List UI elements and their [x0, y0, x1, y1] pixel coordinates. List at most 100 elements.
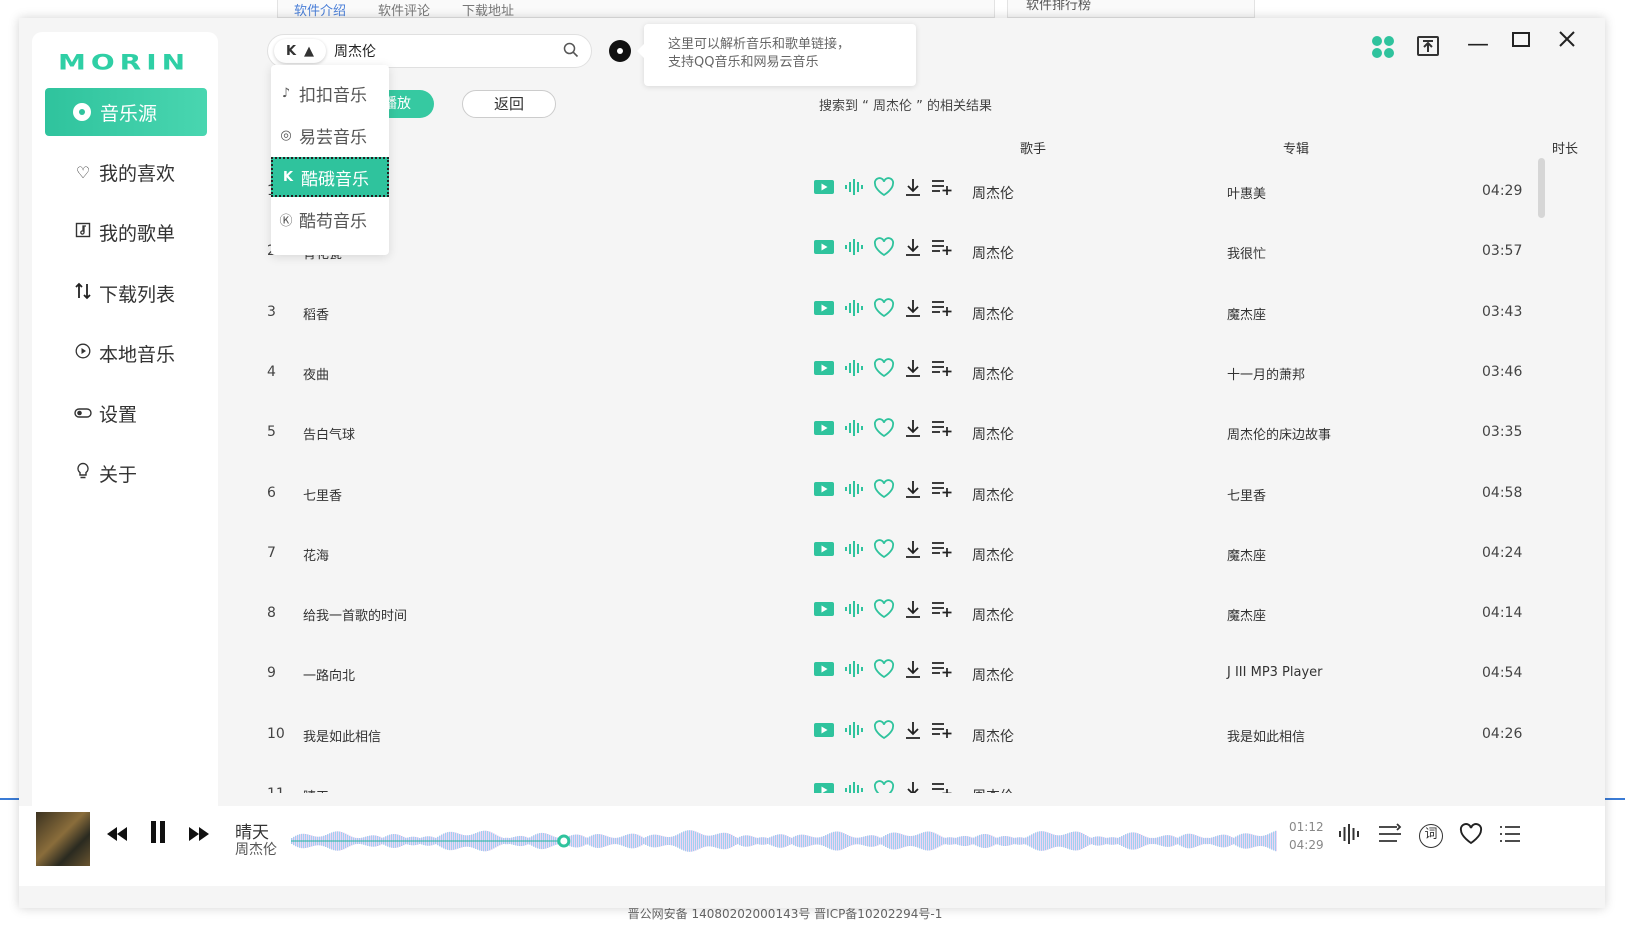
heart-icon[interactable] [873, 358, 895, 382]
scrollbar[interactable] [1538, 158, 1545, 218]
waveform-bar [665, 836, 667, 846]
add-to-playlist-icon[interactable] [931, 721, 953, 743]
source-option-label: 酷苟音乐 [299, 211, 367, 232]
mv-play-icon[interactable] [813, 722, 835, 742]
download-icon[interactable] [904, 418, 922, 442]
table-row[interactable]: 5 告白气球 周杰伦 周杰伦的床边故事 03:35 [257, 414, 1547, 474]
mv-play-icon[interactable] [813, 601, 835, 621]
source-option-selected[interactable]: K 酷硪音乐 [271, 157, 389, 197]
download-icon[interactable] [904, 358, 922, 382]
heart-icon[interactable] [873, 177, 895, 201]
waveform-icon[interactable] [844, 299, 864, 321]
waveform-bar [1127, 833, 1129, 849]
download-icon[interactable] [904, 599, 922, 623]
waveform-icon[interactable] [844, 540, 864, 562]
table-row[interactable]: 6 七里香 周杰伦 七里香 04:58 [257, 475, 1547, 535]
table-row[interactable]: 7 花海 周杰伦 魔杰座 04:24 [257, 535, 1547, 595]
add-to-playlist-icon[interactable] [931, 299, 953, 321]
mv-play-icon[interactable] [813, 300, 835, 320]
add-to-playlist-icon[interactable] [931, 600, 953, 622]
add-to-playlist-icon[interactable] [931, 781, 953, 793]
waveform-progress[interactable] [291, 816, 1281, 866]
queue-icon[interactable] [1499, 824, 1521, 848]
download-icon[interactable] [904, 479, 922, 503]
add-to-playlist-icon[interactable] [931, 359, 953, 381]
progress-thumb[interactable] [557, 834, 571, 848]
download-icon[interactable] [904, 659, 922, 683]
download-icon[interactable] [904, 720, 922, 744]
heart-icon[interactable] [873, 780, 895, 793]
heart-icon[interactable] [873, 418, 895, 442]
waveform-icon[interactable] [844, 419, 864, 441]
heart-icon[interactable] [873, 719, 895, 744]
heart-icon[interactable] [873, 237, 895, 261]
table-row[interactable]: 11 晴天 周杰伦 [257, 776, 1547, 793]
table-row[interactable]: 9 一路向北 周杰伦 J III MP3 Player 04:54 [257, 655, 1547, 715]
waveform-bar [619, 837, 621, 845]
mv-play-icon[interactable] [813, 420, 835, 440]
download-icon[interactable] [904, 780, 922, 793]
table-row[interactable]: 1周杰伦叶惠美04:29 [257, 173, 1547, 233]
waveform-icon[interactable] [844, 660, 864, 682]
play-mode-icon[interactable] [1377, 823, 1403, 849]
waveform-icon[interactable] [844, 781, 864, 793]
favorite-icon[interactable] [1459, 823, 1483, 849]
table-row[interactable]: 3 稻香 周杰伦 魔杰座 03:43 [257, 294, 1547, 354]
waveform-icon[interactable] [844, 359, 864, 381]
mv-play-icon[interactable] [813, 360, 835, 380]
waveform-bar [791, 837, 793, 845]
heart-icon[interactable] [873, 538, 895, 563]
waveform-bar [711, 835, 713, 847]
next-icon[interactable] [187, 823, 211, 848]
song-artist: 周杰伦 [972, 668, 1014, 685]
download-icon[interactable] [904, 177, 922, 201]
table-row[interactable]: 8 给我一首歌的时间 周杰伦 魔杰座 04:14 [257, 595, 1547, 655]
mv-play-icon[interactable] [813, 239, 835, 259]
album-cover[interactable] [36, 812, 90, 866]
waveform-bar [829, 833, 831, 849]
previous-icon[interactable] [105, 823, 129, 848]
source-option[interactable]: Ⓚ 酷苟音乐 [271, 199, 389, 239]
heart-icon[interactable] [873, 478, 895, 503]
heart-icon[interactable] [873, 599, 895, 623]
waveform-icon[interactable] [844, 178, 864, 200]
mv-play-icon[interactable] [813, 661, 835, 681]
add-to-playlist-icon[interactable] [931, 540, 953, 562]
source-option[interactable]: ♪ 扣扣音乐 [271, 73, 389, 113]
mv-play-icon[interactable] [813, 541, 835, 561]
mv-play-icon[interactable] [813, 481, 835, 501]
download-icon[interactable] [904, 237, 922, 261]
song-duration: 03:57 [1482, 243, 1523, 260]
waveform-icon[interactable] [844, 480, 864, 502]
add-to-playlist-icon[interactable] [931, 238, 953, 260]
waveform-bar [1103, 837, 1105, 845]
add-to-playlist-icon[interactable] [931, 660, 953, 682]
waveform-icon[interactable] [844, 600, 864, 622]
add-to-playlist-icon[interactable] [931, 419, 953, 441]
table-row[interactable]: 10 我是如此相信 周杰伦 我是如此相信 04:26 [257, 716, 1547, 776]
download-icon[interactable] [904, 539, 922, 563]
waveform-bar [857, 837, 859, 845]
equalizer-icon[interactable] [1337, 822, 1361, 850]
song-duration: 04:54 [1482, 665, 1523, 682]
waveform-bar [727, 833, 729, 849]
waveform-icon[interactable] [844, 238, 864, 260]
heart-icon[interactable] [873, 659, 895, 683]
table-row[interactable]: 4 夜曲 周杰伦 十一月的萧邦 03:46 [257, 354, 1547, 414]
pause-icon[interactable] [149, 820, 167, 850]
add-to-playlist-icon[interactable] [931, 178, 953, 200]
mv-play-icon[interactable] [813, 179, 835, 199]
song-artist: 周杰伦 [972, 306, 1014, 323]
source-option[interactable]: ◎ 易芸音乐 [271, 115, 389, 155]
download-icon[interactable] [904, 298, 922, 322]
lyrics-button[interactable]: 词 [1419, 824, 1443, 848]
heart-icon[interactable] [873, 297, 895, 322]
waveform-icon[interactable] [844, 721, 864, 743]
table-row[interactable]: 2青花瓷周杰伦我很忙03:57 [257, 233, 1547, 293]
waveform-bar [729, 833, 731, 849]
waveform-bar [673, 836, 675, 846]
waveform-bar [657, 834, 659, 848]
mv-play-icon[interactable] [813, 782, 835, 793]
row-number: 3 [267, 303, 276, 320]
add-to-playlist-icon[interactable] [931, 480, 953, 502]
